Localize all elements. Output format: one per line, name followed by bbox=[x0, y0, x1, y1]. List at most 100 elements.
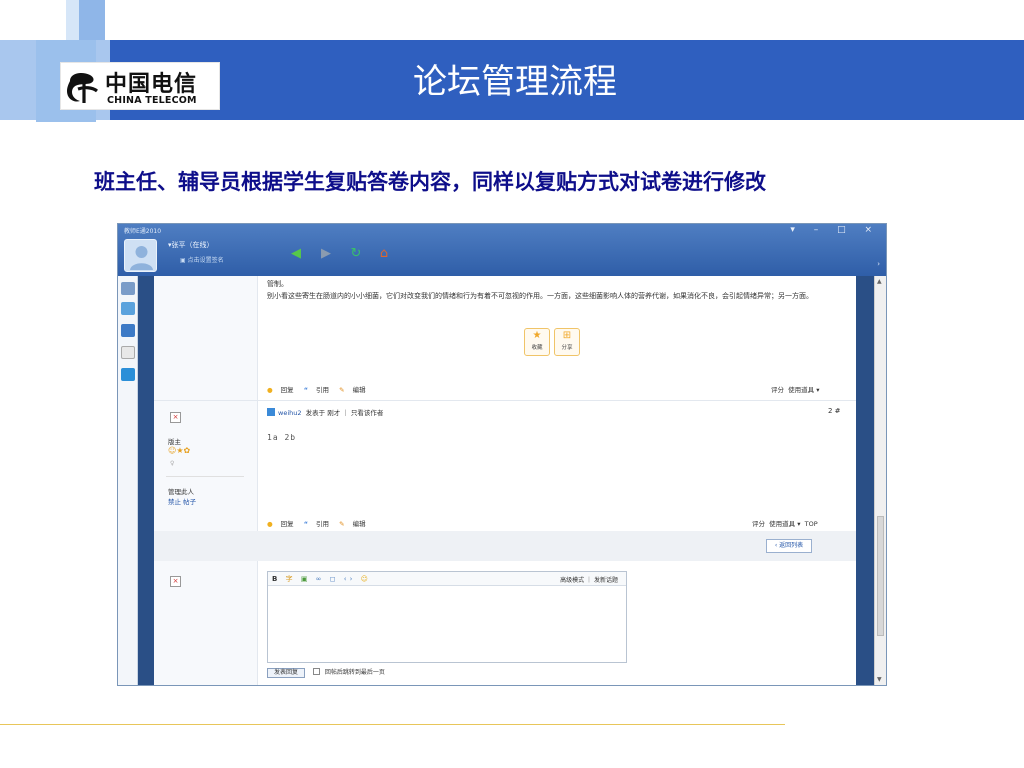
author-role: 版主 bbox=[168, 438, 181, 446]
chevron-right-icon[interactable]: › bbox=[877, 260, 880, 268]
quote-block-icon[interactable]: ◻ bbox=[330, 575, 339, 583]
font-icon[interactable]: 字 bbox=[286, 575, 296, 583]
back-arrow-icon[interactable]: ◀ bbox=[288, 246, 304, 262]
share-icon: ⊞ bbox=[562, 330, 572, 341]
scroll-up-icon[interactable]: ▲ bbox=[877, 278, 882, 285]
edit-button[interactable]: 编辑 bbox=[353, 386, 366, 394]
author-divider bbox=[166, 476, 244, 477]
post2-meta[interactable]: 发表于 刚才 ｜ 只看该作者 bbox=[306, 409, 384, 417]
mode-separator: ｜ bbox=[586, 577, 593, 584]
broken-image-icon: × bbox=[170, 576, 181, 587]
scroll-thumb[interactable] bbox=[877, 516, 884, 636]
user-signature[interactable]: ▣ 点击设置签名 bbox=[180, 255, 224, 264]
frame-right bbox=[856, 276, 874, 685]
medal-icon: ♀ bbox=[170, 460, 175, 467]
reply-icon: ● bbox=[267, 386, 273, 394]
forward-arrow-icon[interactable]: ▶ bbox=[318, 246, 334, 262]
reply-button[interactable]: 回复 bbox=[281, 386, 294, 394]
emoji-icon[interactable]: ☺ bbox=[361, 575, 371, 583]
code-icon[interactable]: ‹› bbox=[344, 575, 356, 583]
logo-chinese-text: 中国电信 bbox=[105, 71, 198, 97]
contacts-icon[interactable] bbox=[121, 282, 135, 295]
editor-tool-icons[interactable]: B 字 ▣ ∞ ◻ ‹› ☺ bbox=[272, 574, 371, 584]
quote-icon: “ bbox=[303, 520, 309, 528]
scrollbar[interactable]: ▲ ▼ bbox=[874, 276, 886, 685]
favorite-label: 收藏 bbox=[531, 345, 543, 351]
post1-line: 管制。 bbox=[267, 280, 288, 288]
avatar[interactable] bbox=[124, 239, 157, 272]
app-header: 教师E通2010 ▾ – □ × ▾张平（在线） ▣ 点击设置签名 ◀ ▶ ↻ … bbox=[118, 224, 886, 276]
window-title: 教师E通2010 bbox=[124, 228, 162, 235]
share-label: 分享 bbox=[561, 345, 573, 351]
editor-mode-links: 高级模式 ｜ 发新话题 bbox=[560, 575, 618, 584]
window-controls[interactable]: ▾ – □ × bbox=[790, 225, 880, 235]
star-icon: ★ bbox=[532, 330, 542, 341]
decor-square bbox=[79, 0, 105, 40]
logo-english-text: CHINA TELECOM bbox=[107, 95, 197, 106]
author-column bbox=[154, 276, 258, 685]
post1-actions-right: 评分 使用道具 ▾ bbox=[771, 384, 819, 394]
telecom-swirl-icon bbox=[67, 73, 98, 103]
profile-icon[interactable] bbox=[121, 324, 135, 337]
post-divider bbox=[154, 400, 856, 401]
submit-reply-button[interactable]: 发表回复 bbox=[267, 668, 306, 678]
rate-button[interactable]: 评分 bbox=[771, 386, 784, 394]
post2-actions: ● 回复 “ 引用 ✎ 编辑 bbox=[267, 518, 374, 528]
broken-image-icon: × bbox=[170, 412, 181, 423]
slide-subtitle: 班主任、辅导员根据学生复贴答卷内容，同样以复贴方式对试卷进行修改 bbox=[94, 169, 766, 194]
edit-button[interactable]: 编辑 bbox=[353, 520, 366, 528]
checkbox-label: 回帖后跳转到最后一页 bbox=[324, 669, 385, 676]
rank-stars-icon: ☺★✿ bbox=[168, 446, 191, 455]
back-to-list-button[interactable]: ‹ 返回列表 bbox=[766, 539, 812, 553]
rate-button[interactable]: 评分 bbox=[752, 520, 765, 528]
quote-button[interactable]: 引用 bbox=[316, 520, 329, 528]
manage-links[interactable]: 禁止 帖子 bbox=[168, 496, 196, 506]
list-nav-band bbox=[154, 531, 856, 561]
link-icon[interactable]: ∞ bbox=[316, 575, 325, 583]
post1-actions: ● 回复 “ 引用 ✎ 编辑 bbox=[267, 384, 374, 394]
footer-accent-line bbox=[0, 724, 785, 725]
edit-icon: ✎ bbox=[339, 520, 345, 528]
image-icon[interactable]: ▣ bbox=[301, 575, 311, 583]
notes-icon[interactable] bbox=[121, 346, 135, 359]
editor-toolbar: B 字 ▣ ∞ ◻ ‹› ☺ 高级模式 ｜ 发新话题 bbox=[268, 572, 626, 586]
user-name[interactable]: ▾张平（在线） bbox=[168, 240, 214, 250]
share-button[interactable]: ⊞ 分享 bbox=[554, 328, 580, 356]
forum-content: 管制。 别小看这些寄生在肠道内的小小细菌，它们对改变我们的情绪和行为有着不可忽视… bbox=[154, 276, 856, 685]
reply-icon: ● bbox=[267, 520, 273, 528]
side-toolbar bbox=[118, 276, 138, 685]
post2-header: weihu2 发表于 刚才 ｜ 只看该作者 bbox=[267, 407, 383, 417]
favorite-button[interactable]: ★ 收藏 bbox=[524, 328, 550, 356]
slide: 中国电信 CHINA TELECOM 论坛管理流程 班主任、辅导员根据学生复贴答… bbox=[0, 0, 1024, 768]
advanced-mode-link[interactable]: 高级模式 bbox=[560, 577, 584, 584]
reply-button[interactable]: 回复 bbox=[281, 520, 294, 528]
post2-username[interactable]: weihu2 bbox=[278, 409, 302, 417]
edit-icon: ✎ bbox=[339, 386, 345, 394]
tools-dropdown[interactable]: 使用道具 ▾ bbox=[769, 520, 800, 528]
home-icon[interactable]: ⌂ bbox=[376, 246, 392, 262]
post1-line: 别小看这些寄生在肠道内的小小细菌，它们对改变我们的情绪和行为有着不可忽视的作用。… bbox=[267, 292, 813, 300]
top-link[interactable]: TOP bbox=[805, 520, 818, 528]
post1-text: 管制。 别小看这些寄生在肠道内的小小细菌，它们对改变我们的情绪和行为有着不可忽视… bbox=[267, 278, 852, 302]
chat-icon[interactable] bbox=[121, 368, 135, 381]
quote-button[interactable]: 引用 bbox=[316, 386, 329, 394]
bold-icon[interactable]: B bbox=[272, 575, 280, 583]
slide-title: 论坛管理流程 bbox=[413, 62, 617, 102]
china-telecom-logo: 中国电信 CHINA TELECOM bbox=[60, 62, 220, 110]
refresh-icon[interactable]: ↻ bbox=[348, 246, 364, 262]
user-avatar-icon bbox=[130, 246, 153, 270]
new-topic-link[interactable]: 发新话题 bbox=[594, 577, 618, 584]
post2-body: 1a 2b bbox=[267, 433, 297, 442]
post2-actions-right: 评分 使用道具 ▾ TOP bbox=[752, 518, 818, 528]
floor-number: 2 # bbox=[828, 407, 841, 415]
scroll-down-icon[interactable]: ▼ bbox=[877, 676, 882, 683]
calendar-icon[interactable] bbox=[121, 302, 135, 315]
quote-icon: “ bbox=[303, 386, 309, 394]
app-window: 教师E通2010 ▾ – □ × ▾张平（在线） ▣ 点击设置签名 ◀ ▶ ↻ … bbox=[117, 223, 887, 686]
tools-dropdown[interactable]: 使用道具 ▾ bbox=[788, 386, 819, 394]
reply-editor[interactable]: B 字 ▣ ∞ ◻ ‹› ☺ 高级模式 ｜ 发新话题 bbox=[267, 571, 627, 663]
frame-left bbox=[138, 276, 154, 685]
jump-last-page-checkbox[interactable] bbox=[312, 668, 320, 675]
submit-row: 发表回复 回帖后跳转到最后一页 bbox=[267, 667, 385, 678]
manage-label: 管理此人 bbox=[168, 488, 194, 496]
